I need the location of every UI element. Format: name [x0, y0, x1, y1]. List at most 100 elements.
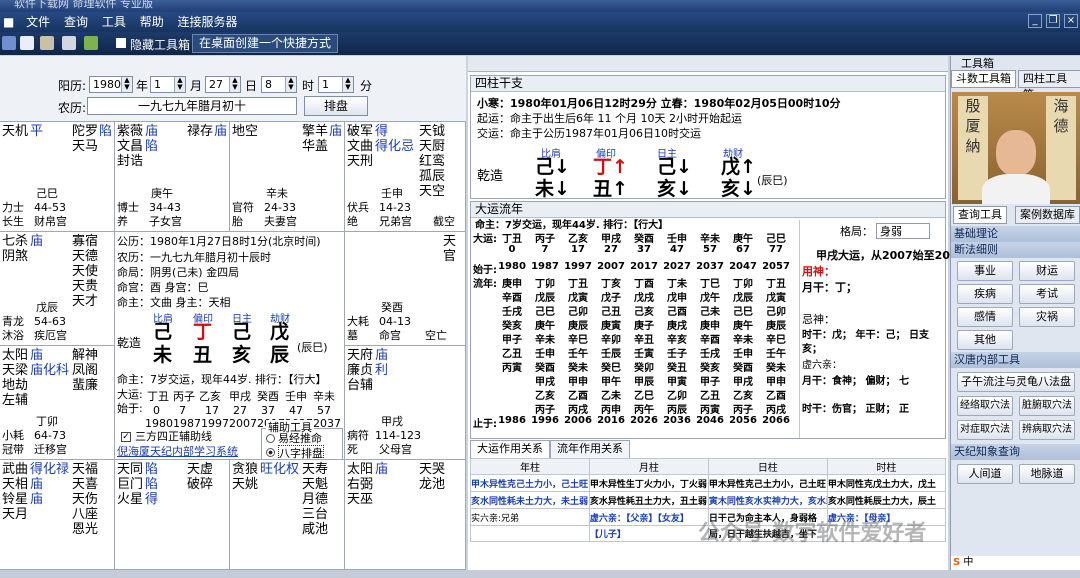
btn-dimai[interactable]: 地脉道: [1019, 464, 1075, 484]
radio-bazi[interactable]: [266, 448, 275, 457]
print-icon[interactable]: [62, 36, 76, 50]
btn-renjian[interactable]: 人间道: [957, 464, 1013, 484]
btn-career[interactable]: 事业: [957, 261, 1013, 281]
group-basic-theory[interactable]: 基础理论: [951, 226, 1080, 242]
btn-jingluo[interactable]: 经络取穴法: [957, 396, 1013, 416]
dayun-cell: 辛丑: [634, 335, 654, 346]
app-icon[interactable]: ■: [0, 12, 17, 32]
lunar-date-field[interactable]: 一九七九年腊月初十: [87, 97, 297, 115]
palace-hai[interactable]: 太阳 庙 右弼 天巫 天哭 龙池: [345, 460, 466, 570]
star-level: 得: [145, 492, 159, 507]
dayun-cell: 丁酉: [634, 279, 654, 290]
tab-dayun-relation[interactable]: 大运作用关系: [470, 440, 550, 458]
star: 解神: [72, 348, 99, 363]
col-year: 年柱: [470, 458, 590, 475]
jiaoyun-line: 交运：命主于公历1987年01月06日10时交运: [477, 127, 701, 140]
btn-bianbing[interactable]: 辨病取穴法: [1019, 420, 1075, 440]
save-icon[interactable]: [2, 36, 16, 50]
hour-input[interactable]: 8 ▲ ▼: [261, 76, 297, 93]
tab-ziwei-toolbox[interactable]: 斗数工具箱: [951, 70, 1016, 88]
sizhu-section: 四柱干支 小寒：1980年01月06日12时29分 立春：1980年02月05日…: [470, 75, 946, 200]
stem: 丁: [193, 321, 213, 343]
menu-file[interactable]: 文件: [21, 12, 55, 32]
month-input[interactable]: 1 ▲ ▼: [150, 76, 186, 93]
dayun-cell: 癸酉: [535, 363, 555, 374]
btn-zangfu[interactable]: 脏腑取穴法: [1019, 396, 1075, 416]
menu-tools[interactable]: 工具: [97, 12, 131, 32]
age-range: 34-43: [149, 201, 181, 214]
plugin-icon[interactable]: [84, 36, 98, 50]
star: 地空: [232, 124, 259, 139]
cell: 亥水同性耗未土力大，未土弱: [470, 491, 590, 509]
palace-shen[interactable]: 破军 得 文曲 得化忌 天刑 天钺 天厨 红鸾 孤辰 天空 壬申 14-23 伏…: [345, 122, 466, 232]
btn-exam[interactable]: 考试: [1019, 284, 1075, 304]
sanfang-checkbox[interactable]: ✓: [121, 432, 131, 442]
settings-icon[interactable]: [40, 36, 54, 50]
palace-chou[interactable]: 天同 陷 巨门 陷 火星 得 天虚 破碎: [115, 460, 230, 570]
jieqi-line: 小寒：1980年01月06日12时29分 立春：1980年02月05日00时10…: [477, 97, 841, 110]
dayun-cell: 丁丑: [568, 279, 588, 290]
stem: 戊: [270, 321, 290, 343]
jishen-value-2: 亥；: [802, 344, 822, 355]
dayun-cell: 丁丑: [502, 234, 522, 245]
ime-bar[interactable]: S 中: [951, 556, 1080, 570]
btn-wealth[interactable]: 财运: [1019, 261, 1075, 281]
restore-icon[interactable]: ❐: [1046, 14, 1060, 28]
branch: 亥↓: [721, 178, 756, 200]
palace-wu[interactable]: 紫薇 庙 文昌 陷 封诰 禄存 庙 庚午 34-43 博士 养 子女宫: [115, 122, 230, 232]
btn-illness[interactable]: 疾病: [957, 284, 1013, 304]
palace-mao[interactable]: 太阳 庙 天梁 庙化科 地劫 左辅 解神 凤阁 蜚廉 丁卯 64-73 小耗 冠…: [0, 346, 115, 460]
menu-connect-server[interactable]: 连接服务器: [173, 12, 243, 32]
geju-select[interactable]: 身弱: [876, 223, 930, 239]
btn-love[interactable]: 感情: [957, 307, 1013, 327]
god-label: 官符: [232, 201, 254, 214]
palace-xu[interactable]: 天府 庙 廉贞 利 台辅 甲戌 114-123 病符 死 父母宫: [345, 346, 466, 460]
palace-name: 兄弟宫: [379, 215, 412, 228]
radio-yijing[interactable]: [266, 434, 275, 443]
minute-input[interactable]: 1 ▲ ▼: [318, 76, 354, 93]
dayun-cell: 甲寅: [667, 377, 687, 388]
tab-case-database[interactable]: 案例数据库: [1015, 206, 1080, 224]
close-icon[interactable]: ×: [1064, 14, 1078, 28]
ziwei-panel: 阳历: 1980 ▲ ▼ 年 1 ▲ ▼ 月 27 ▲ ▼ 日 8 ▲ ▼ 时 1 ▲ ▼ 分 农历…: [0, 56, 466, 570]
hide-toolbox-checkbox[interactable]: [116, 38, 126, 48]
dayun-cell: 庚子: [634, 321, 654, 332]
btn-duizheng[interactable]: 对症取穴法: [957, 420, 1013, 440]
stem: 戊↑: [721, 156, 756, 178]
group-tianji[interactable]: 天纪知象查询: [951, 444, 1080, 460]
age-range: 04-13: [379, 315, 411, 328]
dayun-item: 壬申: [285, 390, 307, 403]
document-icon[interactable]: [20, 36, 34, 50]
btn-disaster[interactable]: 灾祸: [1019, 307, 1075, 327]
day-unit: 日: [245, 79, 258, 93]
dayun-cell: 戊子: [601, 293, 621, 304]
tab-query-tools[interactable]: 查询工具: [953, 206, 1007, 224]
year-input[interactable]: 1980 ▲ ▼: [89, 76, 133, 93]
star: 擎羊: [302, 124, 329, 139]
palace-wei[interactable]: 地空 辛未 24-33 官符 胎 夫妻宫 擎羊 庙 华盖: [230, 122, 345, 232]
menu-query[interactable]: 查询: [59, 12, 93, 32]
tab-bazi-toolbox[interactable]: 四柱工具箱: [1018, 70, 1080, 101]
star-level: 庙: [30, 348, 44, 363]
palace-zi[interactable]: 贪狼 旺化权 天姚 天寿 天魁 月德 三台 咸池: [230, 460, 345, 570]
star: 天月: [2, 507, 29, 522]
dayun-cell: 丙辰: [667, 405, 687, 416]
dayun-cell: 17: [571, 244, 585, 255]
palace-yin[interactable]: 武曲 得化禄 天相 庙 铃星 庙 天月 天福 天喜 天伤 八座 恩光: [0, 460, 115, 570]
day-input[interactable]: 27 ▲ ▼: [205, 76, 241, 93]
group-hantang-tools[interactable]: 汉唐内部工具: [951, 352, 1080, 368]
group-rules[interactable]: 断法细则: [951, 242, 1080, 258]
toolbox-header: 工具箱: [961, 57, 994, 70]
minimize-icon[interactable]: _: [1028, 14, 1042, 28]
btn-ziwu-liuzhu[interactable]: 子午流注与灵龟八法盘: [957, 372, 1075, 392]
study-system-link[interactable]: 倪海厦天纪内部学习系统: [117, 444, 238, 459]
create-shortcut-button[interactable]: 在桌面创建一个快捷方式: [192, 34, 339, 53]
palace-chen[interactable]: 七杀 庙 阴煞 寡宿 天德 天使 天贵 天才 戊辰 54-63 青龙 沐浴 疾厄…: [0, 232, 115, 346]
tab-liunian-relation[interactable]: 流年作用关系: [550, 440, 630, 458]
paipan-button[interactable]: 排盘: [304, 96, 368, 116]
btn-other[interactable]: 其他: [957, 330, 1013, 350]
menu-help[interactable]: 帮助: [135, 12, 169, 32]
palace-si[interactable]: 天机 平 陀罗 陷 天马 己巳 44-53 力士 长生 财帛宫: [0, 122, 115, 232]
palace-you[interactable]: 天官 癸酉 04-13 大耗 墓 命宫 空亡: [345, 232, 466, 346]
star: 台辅: [347, 378, 374, 393]
